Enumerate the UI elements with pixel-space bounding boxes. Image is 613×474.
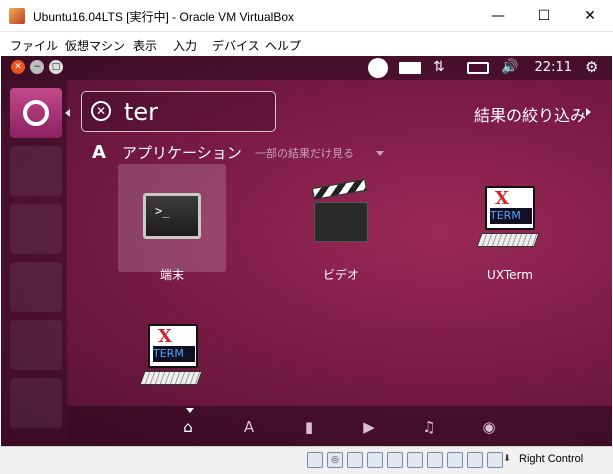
lens-bar: ⌂ A ▮ ▶ ♫ ◉ xyxy=(67,406,612,446)
dash-search-box[interactable]: ✕ xyxy=(81,91,276,132)
video-capture-icon[interactable] xyxy=(447,452,463,468)
app-terminal[interactable]: >_ xyxy=(118,164,226,272)
xterm-screen: X TERM xyxy=(485,186,535,230)
close-button[interactable]: ✕ xyxy=(567,0,613,32)
clear-search-icon[interactable]: ✕ xyxy=(91,101,111,121)
video-icon[interactable]: ▶ xyxy=(360,418,378,436)
terminal-prompt: >_ xyxy=(155,204,170,218)
home-icon[interactable]: ⌂ xyxy=(179,418,197,436)
show-fewer-results-link[interactable]: 一部の結果だけ見る xyxy=(255,145,354,161)
launcher-files-icon[interactable] xyxy=(10,146,62,196)
cpu-virtualization-icon[interactable] xyxy=(467,452,483,468)
menu-input[interactable]: 入力 xyxy=(173,37,197,54)
dash-search-input[interactable] xyxy=(124,97,269,127)
window-title: Ubuntu16.04LTS [実行中] - Oracle VM Virtual… xyxy=(33,10,294,24)
menu-help[interactable]: ヘルプ xyxy=(265,37,301,54)
xterm-term-label: TERM xyxy=(490,208,532,224)
xterm-icon: X TERM xyxy=(139,324,203,390)
applications-section-icon: A xyxy=(92,142,106,163)
applications-icon[interactable]: A xyxy=(240,418,258,436)
ubuntu-dash-button[interactable] xyxy=(10,88,62,138)
section-title: アプリケーション xyxy=(122,144,242,162)
clock[interactable]: 22:11 xyxy=(535,60,572,75)
host-key-label: Right Control xyxy=(519,453,584,465)
keyboard-capture-icon[interactable]: ⬇ xyxy=(499,452,515,468)
filter-results-button[interactable]: 結果の絞り込み xyxy=(474,102,586,126)
minimize-button[interactable]: — xyxy=(475,0,521,32)
launcher-calc-icon[interactable] xyxy=(10,320,62,370)
photo-icon[interactable]: ◉ xyxy=(480,418,498,436)
launcher-writer-icon[interactable] xyxy=(10,262,62,312)
launcher xyxy=(1,80,70,446)
battery-icon[interactable] xyxy=(467,62,489,74)
xterm-keyboard xyxy=(476,233,540,247)
usb-icon[interactable] xyxy=(387,452,403,468)
xterm-x-letter: X xyxy=(158,326,172,347)
circle-icon[interactable] xyxy=(368,58,388,78)
active-lens-indicator xyxy=(186,408,194,413)
menu-file[interactable]: ファイル xyxy=(10,37,58,54)
vm-screen[interactable]: ✕ − □ ⇅ 🔊 22:11 ⚙ ✕ 結果の絞り込み A アプリケーション 一… xyxy=(1,56,612,446)
xterm-keyboard xyxy=(139,371,203,385)
ubuntu-top-panel: ✕ − □ ⇅ 🔊 22:11 ⚙ xyxy=(1,56,612,80)
filter-arrow-icon xyxy=(586,108,591,116)
app-uxterm[interactable]: X TERM xyxy=(456,164,564,272)
dash-minimize-icon[interactable]: − xyxy=(30,60,44,74)
clapper-body xyxy=(314,202,368,242)
launcher-firefox-icon[interactable] xyxy=(10,204,62,254)
display-icon[interactable] xyxy=(427,452,443,468)
xterm-x-letter: X xyxy=(495,188,509,209)
network-icon[interactable]: ⇅ xyxy=(433,59,445,75)
maximize-button[interactable]: ☐ xyxy=(521,0,567,32)
gear-icon[interactable]: ⚙ xyxy=(585,58,598,76)
dash-maximize-icon[interactable]: □ xyxy=(49,60,63,74)
xterm-screen: X TERM xyxy=(148,324,198,368)
keyboard-icon[interactable] xyxy=(399,62,421,74)
shared-folder-icon[interactable] xyxy=(407,452,423,468)
app-label: UXTerm xyxy=(487,268,533,282)
launcher-impress-icon[interactable] xyxy=(10,378,62,428)
app-video[interactable] xyxy=(287,164,395,272)
dash-close-icon[interactable]: ✕ xyxy=(11,60,25,74)
files-icon[interactable]: ▮ xyxy=(300,418,318,436)
window-titlebar: Ubuntu16.04LTS [実行中] - Oracle VM Virtual… xyxy=(0,0,613,32)
xterm-term-label: TERM xyxy=(153,346,195,362)
hard-disk-icon[interactable] xyxy=(307,452,323,468)
audio-icon[interactable] xyxy=(347,452,363,468)
volume-icon[interactable]: 🔊 xyxy=(501,59,518,75)
launcher-active-arrow xyxy=(65,109,70,117)
music-icon[interactable]: ♫ xyxy=(420,418,438,436)
video-clapper-icon xyxy=(311,178,368,244)
virtualbox-icon xyxy=(9,8,25,24)
app-xterm[interactable]: X TERM xyxy=(118,298,226,406)
network-adapter-icon[interactable] xyxy=(367,452,383,468)
app-label: ビデオ xyxy=(322,268,359,282)
xterm-icon: X TERM xyxy=(476,186,540,252)
terminal-icon: >_ xyxy=(143,193,201,239)
menu-machine[interactable]: 仮想マシン xyxy=(65,37,125,54)
optical-drive-icon[interactable]: ◎ xyxy=(327,452,343,468)
menubar: ファイル 仮想マシン 表示 入力 デバイス ヘルプ xyxy=(0,33,613,55)
menu-view[interactable]: 表示 xyxy=(133,37,157,54)
statusbar: ◎ ⬇ Right Control xyxy=(0,446,613,474)
chevron-down-icon xyxy=(376,151,384,156)
app-label: 端末 xyxy=(159,268,184,282)
ubuntu-logo-icon xyxy=(23,100,49,126)
menu-devices[interactable]: デバイス xyxy=(212,37,260,54)
clapper-top xyxy=(311,178,368,200)
